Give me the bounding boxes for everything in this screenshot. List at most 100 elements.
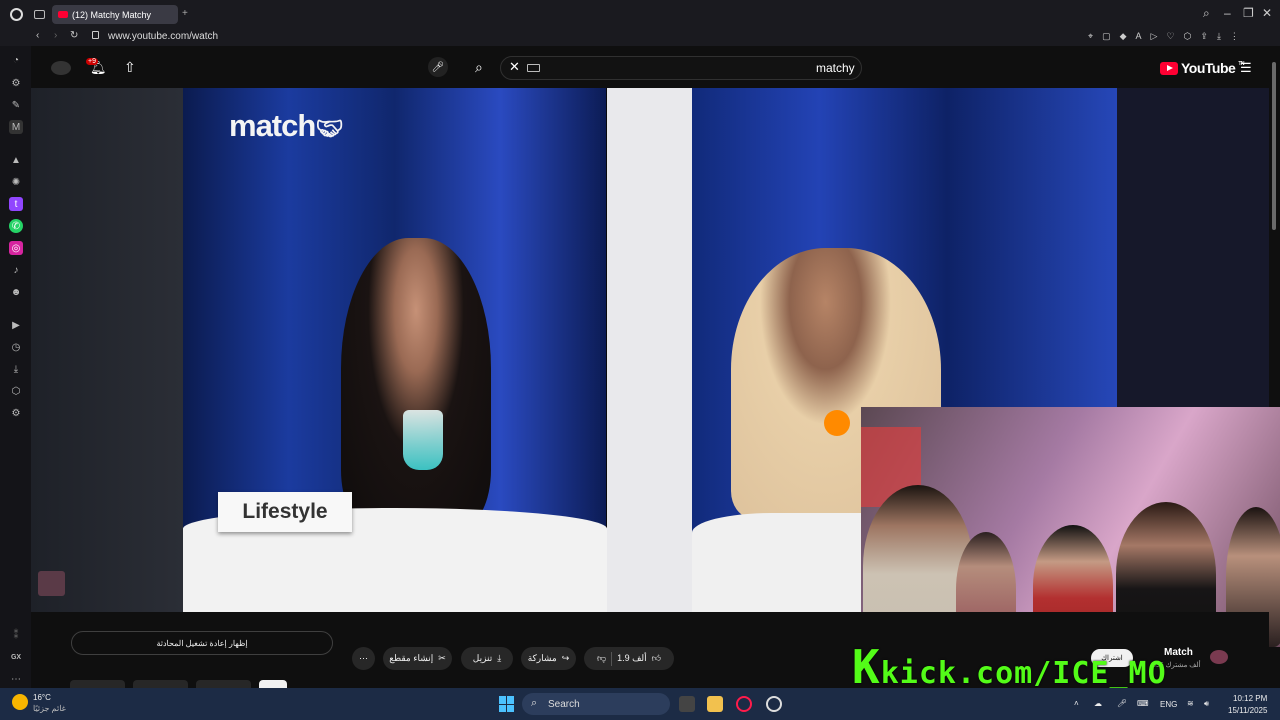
minimize-icon[interactable]: – bbox=[1224, 6, 1231, 20]
file-explorer-icon[interactable] bbox=[707, 696, 723, 712]
download-icon[interactable]: ⤓ bbox=[1217, 31, 1221, 42]
language-indicator[interactable]: ENG bbox=[1160, 700, 1177, 709]
share-button[interactable]: مشاركة ↪ bbox=[521, 647, 576, 670]
clock-date[interactable]: 15/11/2025 bbox=[1228, 706, 1267, 715]
tab-youtube[interactable]: (12) Matchy Matchy bbox=[52, 5, 178, 24]
browser-tab-bar bbox=[0, 0, 1280, 28]
like-divider bbox=[611, 651, 613, 666]
forward-icon[interactable]: › bbox=[54, 30, 57, 41]
set-divider bbox=[607, 88, 692, 612]
guest-left bbox=[341, 238, 491, 528]
heart-icon[interactable]: ♡ bbox=[1166, 31, 1174, 42]
download-button[interactable]: تنزيل ⤓ bbox=[461, 647, 513, 670]
more-actions-icon[interactable]: ⋯ bbox=[352, 647, 375, 670]
settings-sidebar-icon[interactable]: ⚙ bbox=[9, 406, 23, 420]
tiktok-icon[interactable]: ♪ bbox=[9, 263, 23, 277]
snapshot-icon[interactable]: ▢ bbox=[1102, 31, 1111, 42]
adblock-icon[interactable]: ◆ bbox=[1120, 31, 1127, 42]
channel-watermark-icon[interactable] bbox=[38, 571, 65, 596]
scissors-icon: ✂ bbox=[438, 653, 446, 663]
translate-icon[interactable]: A bbox=[1136, 31, 1142, 42]
wifi-icon[interactable]: ≋ bbox=[1187, 699, 1194, 708]
video-left-backdrop bbox=[31, 88, 183, 612]
taskbar-search-label: Search bbox=[548, 698, 580, 710]
cocktail-glass bbox=[403, 410, 443, 470]
page-scrollbar[interactable] bbox=[1272, 62, 1276, 230]
task-view-icon[interactable] bbox=[679, 696, 695, 712]
settings-icon[interactable]: ⋮ bbox=[1230, 31, 1239, 42]
channel-name[interactable]: Match bbox=[1164, 647, 1193, 658]
downloads-icon[interactable]: ⤓ bbox=[9, 362, 23, 376]
speed-dial-icon[interactable]: ◔ bbox=[9, 53, 23, 67]
youtube-logo[interactable]: YouTube TN bbox=[1160, 60, 1244, 76]
chip[interactable] bbox=[196, 680, 251, 688]
player-sidebar-icon[interactable]: ▶ bbox=[9, 318, 23, 332]
taskbar-search[interactable]: ⌕ Search bbox=[522, 693, 670, 715]
kick-url: kick.com/ICE_MO bbox=[880, 656, 1167, 691]
keyboard-icon[interactable] bbox=[527, 64, 540, 72]
tab-title: (12) Matchy Matchy bbox=[72, 9, 152, 20]
chip[interactable] bbox=[133, 680, 188, 688]
like-icon[interactable]: 👍︎ bbox=[652, 653, 661, 664]
volume-icon[interactable]: 🔊︎ bbox=[1204, 699, 1209, 709]
tab-manager-icon[interactable] bbox=[34, 10, 45, 19]
browser-menu-icon[interactable] bbox=[10, 8, 23, 21]
pin-icon[interactable]: ⌖ bbox=[1088, 31, 1093, 42]
search-icon[interactable]: ⌕ bbox=[475, 59, 483, 76]
aria-icon[interactable]: ▲ bbox=[9, 153, 23, 167]
reload-icon[interactable]: ↻ bbox=[70, 30, 78, 41]
close-window-icon[interactable]: ✕ bbox=[1262, 6, 1272, 20]
whatsapp-icon[interactable]: ✆ bbox=[9, 219, 23, 233]
chatgpt-icon[interactable]: ✺ bbox=[9, 175, 23, 189]
extensions-icon[interactable]: ⬡ bbox=[1184, 31, 1192, 42]
history-icon[interactable]: ◷ bbox=[9, 340, 23, 354]
avatar[interactable] bbox=[51, 61, 71, 75]
share-arrow-icon: ↪ bbox=[561, 653, 570, 663]
keyboard-tray-icon[interactable]: ⌨ bbox=[1137, 699, 1149, 708]
youtube-logo-text: YouTube bbox=[1181, 60, 1236, 76]
share-page-icon[interactable]: ⇪ bbox=[1200, 31, 1208, 42]
new-tab-button[interactable]: + bbox=[182, 8, 188, 19]
mic-tray-icon[interactable]: 🎤︎ bbox=[1117, 699, 1127, 708]
opera-gx-taskbar-icon[interactable] bbox=[736, 696, 752, 712]
restore-icon[interactable]: ❐ bbox=[1243, 6, 1254, 20]
clock-time[interactable]: 10:12 PM bbox=[1233, 694, 1267, 703]
youtube-play-icon bbox=[1160, 61, 1178, 75]
url-text[interactable]: www.youtube.com/watch bbox=[108, 31, 218, 42]
weather-temp: 16°C bbox=[33, 693, 51, 702]
sidebar-more-icon[interactable]: ⁑ bbox=[9, 628, 23, 642]
voice-search-icon[interactable]: 🎤︎ bbox=[428, 57, 448, 77]
back-icon[interactable]: ‹ bbox=[36, 30, 39, 41]
start-icon[interactable] bbox=[499, 696, 515, 712]
dislike-icon[interactable]: 👎︎ bbox=[597, 653, 606, 664]
chip-active[interactable] bbox=[259, 680, 287, 688]
search-input[interactable] bbox=[500, 56, 862, 80]
twitch-icon[interactable]: t bbox=[9, 197, 23, 211]
gx-control-icon[interactable]: ⚙ bbox=[9, 76, 23, 90]
clip-button[interactable]: إنشاء مقطع ✂ bbox=[383, 647, 452, 670]
tiktok-store-icon[interactable]: M bbox=[9, 120, 23, 134]
extensions-sidebar-icon[interactable]: ⬡ bbox=[9, 384, 23, 398]
match-brand-logo: match🤝︎ bbox=[229, 108, 343, 143]
search-tabs-icon[interactable]: ⌕ bbox=[1203, 6, 1210, 21]
clear-search-icon[interactable]: ✕ bbox=[509, 59, 520, 75]
chip[interactable] bbox=[70, 680, 125, 688]
sidebar-options-icon[interactable]: ⋯ bbox=[9, 672, 23, 686]
address-bar-tools: ⌖ ▢ ◆ A ▷ ♡ ⬡ ⇪ ⤓ ⋮ bbox=[1088, 31, 1239, 42]
chrome-taskbar-icon[interactable] bbox=[766, 696, 782, 712]
gx-corner-icon[interactable]: ✎ bbox=[9, 98, 23, 112]
channel-avatar[interactable] bbox=[1210, 650, 1228, 664]
menu-icon[interactable]: ☰ bbox=[1240, 60, 1252, 76]
like-count[interactable]: 1.9 ألف bbox=[617, 653, 647, 664]
weather-icon[interactable] bbox=[12, 694, 28, 710]
instagram-icon[interactable]: ◎ bbox=[9, 241, 23, 255]
tray-overflow-icon[interactable]: ˄ bbox=[1074, 699, 1079, 708]
player-icon[interactable]: ▷ bbox=[1151, 31, 1158, 42]
download-label: تنزيل bbox=[472, 653, 493, 663]
onedrive-icon[interactable]: ☁ bbox=[1094, 699, 1102, 708]
create-upload-icon[interactable]: ⇧ bbox=[124, 59, 136, 76]
discord-icon[interactable]: ☻ bbox=[9, 285, 23, 299]
clip-label: إنشاء مقطع bbox=[389, 653, 434, 663]
handshake-icon: 🤝︎ bbox=[315, 116, 343, 141]
show-chat-replay-button[interactable]: إظهار إعادة تشغيل المحادثة bbox=[71, 631, 333, 655]
